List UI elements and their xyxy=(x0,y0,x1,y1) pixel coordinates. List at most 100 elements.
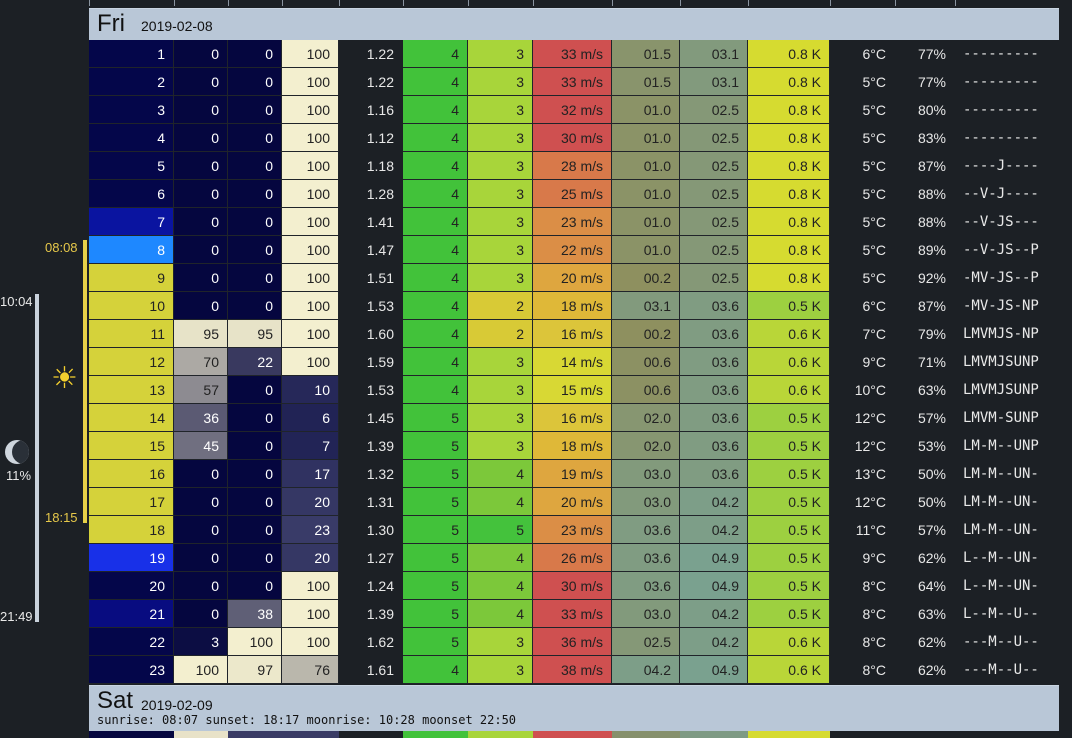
index-a-cell: 4 xyxy=(403,124,468,152)
table-row: 4 0 0 100 1.12 4 3 30 m/s 01.0 02.5 0.8 K 5°C 83% ---… xyxy=(89,124,1059,152)
condition-code-cell: --------- xyxy=(963,46,1039,62)
table-row: 6 0 0 100 1.28 4 3 25 m/s 01.0 02.5 0.8 K 5°C 88% --V… xyxy=(89,180,1059,208)
param2-cell: 02.5 xyxy=(680,208,748,236)
ruler-tick xyxy=(228,0,229,6)
param2-cell: 03.6 xyxy=(680,348,748,376)
sun-moon-times: sunrise: 08:07 sunset: 18:17 moonrise: 1… xyxy=(97,713,517,727)
index-b-cell: 4 xyxy=(468,460,533,488)
sun-icon: ☀ xyxy=(51,362,78,395)
k-cell: 0.5 K xyxy=(748,516,830,544)
k-cell: 0.6 K xyxy=(748,320,830,348)
condition-code-cell: -MV-JS--P xyxy=(963,270,1039,286)
low-cloud-cell: 0 xyxy=(174,180,228,208)
k-cell: 0.8 K xyxy=(748,40,830,68)
hour-cell: 10 xyxy=(89,292,174,320)
param2-cell: 04.9 xyxy=(680,572,748,600)
hour-cell: 16 xyxy=(89,460,174,488)
table-row: 12 70 22 100 1.59 4 3 14 m/s 00.6 03.6 0.6 K 9°C 71%… xyxy=(89,348,1059,376)
value-cell: 1.61 xyxy=(366,662,394,678)
temperature-cell: 5°C xyxy=(862,270,887,286)
temperature-cell: 5°C xyxy=(862,242,887,258)
k-cell: 0.8 K xyxy=(748,68,830,96)
condition-code-cell: LMVM-SUNP xyxy=(963,410,1039,426)
high-cloud-cell: 100 xyxy=(282,628,339,656)
table-row: 20 0 0 100 1.24 5 4 30 m/s 03.6 04.9 0.5 K 8°C 64% L-… xyxy=(89,572,1059,600)
wind-cell: 18 m/s xyxy=(533,292,612,320)
table-row: 14 36 0 6 1.45 5 3 16 m/s 02.0 03.6 0.5 K 12°C 57% LM… xyxy=(89,404,1059,432)
table-row: 2 0 0 100 1.22 4 3 33 m/s 01.5 03.1 0.8 K 5°C 77% ---… xyxy=(89,68,1059,96)
param2-cell: 03.1 xyxy=(680,40,748,68)
wind-cell: 28 m/s xyxy=(533,152,612,180)
temperature-cell: 5°C xyxy=(862,74,887,90)
day-name: Fri xyxy=(97,10,125,37)
index-a-cell: 5 xyxy=(403,404,468,432)
param2-cell: 04.2 xyxy=(680,628,748,656)
moonset-time: 21:49 xyxy=(0,609,33,624)
param1-cell: 03.6 xyxy=(612,516,680,544)
humidity-cell: 83% xyxy=(917,130,946,146)
mid-cloud-cell: 97 xyxy=(228,656,282,684)
condition-code-cell: --------- xyxy=(963,102,1039,118)
table-row: 13 57 0 10 1.53 4 3 15 m/s 00.6 03.6 0.6 K 10°C 63% L… xyxy=(89,376,1059,404)
index-b-cell: 3 xyxy=(468,432,533,460)
next-day-row-preview xyxy=(89,731,1059,738)
index-a-cell: 4 xyxy=(403,68,468,96)
low-cloud-cell: 3 xyxy=(174,628,228,656)
high-cloud-cell: 100 xyxy=(282,124,339,152)
value-cell: 1.28 xyxy=(366,186,394,202)
wind-cell: 38 m/s xyxy=(533,656,612,684)
index-a-cell: 4 xyxy=(403,320,468,348)
mid-cloud-cell: 100 xyxy=(228,628,282,656)
high-cloud-cell: 100 xyxy=(282,180,339,208)
k-cell: 0.6 K xyxy=(748,376,830,404)
index-b-cell: 4 xyxy=(468,488,533,516)
mid-cloud-cell: 0 xyxy=(228,376,282,404)
index-b-cell: 3 xyxy=(468,264,533,292)
condition-code-cell: ---M--U-- xyxy=(963,662,1039,678)
humidity-cell: 64% xyxy=(917,578,946,594)
table-row: 10 0 0 100 1.53 4 2 18 m/s 03.1 03.6 0.5 K 6°C 87% -M… xyxy=(89,292,1059,320)
index-b-cell: 3 xyxy=(468,180,533,208)
low-cloud-cell: 57 xyxy=(174,376,228,404)
humidity-cell: 88% xyxy=(917,186,946,202)
condition-code-cell: LMVMJSUNP xyxy=(963,382,1039,398)
temperature-cell: 12°C xyxy=(854,494,886,510)
param1-cell: 01.5 xyxy=(612,40,680,68)
index-a-cell: 4 xyxy=(403,264,468,292)
hour-cell: 1 xyxy=(89,40,174,68)
mid-cloud-cell: 0 xyxy=(228,264,282,292)
low-cloud-cell: 0 xyxy=(174,544,228,572)
param1-cell: 03.6 xyxy=(612,572,680,600)
table-row: 19 0 0 20 1.27 5 4 26 m/s 03.6 04.9 0.5 K 9°C 62% L--… xyxy=(89,544,1059,572)
wind-cell: 23 m/s xyxy=(533,208,612,236)
hour-cell: 6 xyxy=(89,180,174,208)
index-a-cell: 4 xyxy=(403,292,468,320)
param2-cell: 02.5 xyxy=(680,152,748,180)
mid-cloud-cell: 0 xyxy=(228,292,282,320)
hour-cell: 14 xyxy=(89,404,174,432)
value-cell: 1.51 xyxy=(366,270,394,286)
mid-cloud-cell: 0 xyxy=(228,152,282,180)
temperature-cell: 10°C xyxy=(854,382,886,398)
param1-cell: 01.0 xyxy=(612,152,680,180)
mid-cloud-cell: 0 xyxy=(228,180,282,208)
hour-cell: 21 xyxy=(89,600,174,628)
temperature-cell: 5°C xyxy=(862,102,887,118)
moon-phase-icon xyxy=(5,440,29,464)
day-header-fri: Fri 2019-02-08 xyxy=(89,8,1059,40)
temperature-cell: 5°C xyxy=(862,186,887,202)
temperature-cell: 12°C xyxy=(854,410,886,426)
value-cell: 1.62 xyxy=(366,634,394,650)
param1-cell: 01.0 xyxy=(612,180,680,208)
condition-code-cell: ---M--U-- xyxy=(963,634,1039,650)
index-a-cell: 4 xyxy=(403,376,468,404)
index-a-cell: 4 xyxy=(403,152,468,180)
k-cell: 0.5 K xyxy=(748,600,830,628)
low-cloud-cell: 100 xyxy=(174,656,228,684)
condition-code-cell: LM-M--UNP xyxy=(963,438,1039,454)
low-cloud-cell: 0 xyxy=(174,264,228,292)
humidity-cell: 63% xyxy=(917,606,946,622)
ruler-tick xyxy=(403,0,404,6)
sunset-time: 18:15 xyxy=(45,510,78,525)
condition-code-cell: --------- xyxy=(963,74,1039,90)
